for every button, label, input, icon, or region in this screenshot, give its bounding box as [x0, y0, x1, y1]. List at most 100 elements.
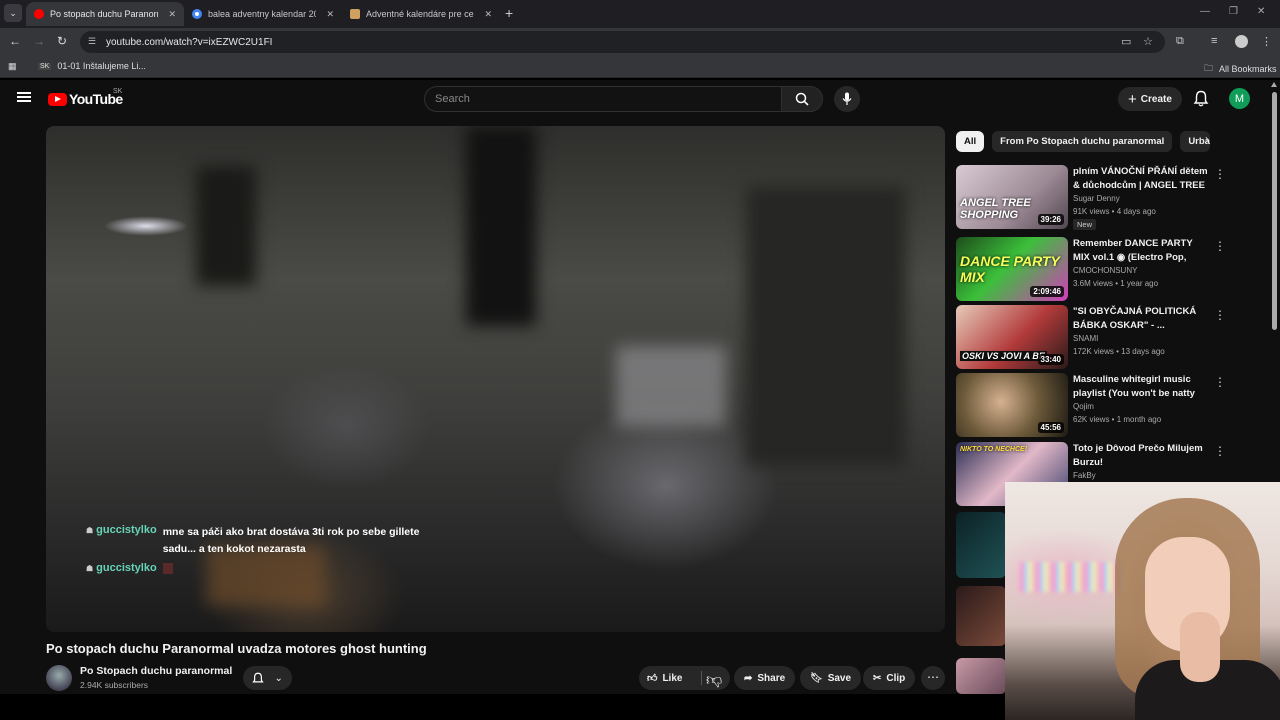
forward-icon[interactable]: → — [33, 34, 45, 48]
extensions-icon[interactable]: ⧉ — [1176, 35, 1184, 48]
recommendation-title[interactable]: Masculine whitegirl music playlist (You … — [1073, 373, 1211, 400]
more-vertical-icon[interactable]: ⋮ — [1214, 375, 1226, 389]
hamburger-menu-icon[interactable] — [17, 92, 31, 102]
video-duration: 33:40 — [1037, 354, 1064, 365]
scroll-up-icon[interactable] — [1271, 82, 1277, 87]
apps-grid-icon[interactable]: ▦ — [8, 61, 17, 72]
folder-icon: 🗀 — [1204, 63, 1214, 73]
recommendation-item[interactable]: 45:56 Masculine whitegirl music playlist… — [956, 373, 1226, 437]
recommendation-title[interactable]: plním VÁNOČNÍ PŘÁNÍ dětem & důchodcům | … — [1073, 165, 1211, 192]
video-thumbnail[interactable] — [956, 658, 1006, 694]
close-tab-icon[interactable]: ✕ — [168, 9, 176, 20]
like-label: Like — [662, 672, 683, 684]
chips-next-icon[interactable]: › — [1196, 132, 1218, 152]
notifications-button[interactable] — [1193, 90, 1209, 112]
video-thumbnail[interactable]: 45:56 — [956, 373, 1068, 437]
video-frame-shadow — [466, 126, 536, 326]
youtube-logo[interactable]: YouTube SK — [48, 88, 123, 107]
chevron-down-icon: ⌄ — [9, 7, 17, 18]
new-tab-button[interactable]: + — [505, 5, 513, 21]
more-actions-button[interactable]: ⋯ — [921, 666, 945, 690]
search-placeholder: Search — [435, 93, 470, 105]
recommendation-meta: 91K views • 4 days ago — [1073, 207, 1156, 216]
video-player[interactable]: ☗ guccistylko mne sa páči ako brat dostáva… — [46, 126, 945, 632]
menu-kebab-icon[interactable]: ⋮ — [1261, 35, 1272, 48]
recommendation-title[interactable]: Remember DANCE PARTY MIX vol.1 ◉ (Electr… — [1073, 237, 1211, 264]
scrollbar-thumb[interactable] — [1272, 92, 1277, 330]
close-window-icon[interactable]: ✕ — [1257, 6, 1265, 17]
reading-list-icon[interactable]: ≡ — [1211, 35, 1217, 47]
search-button[interactable] — [781, 86, 823, 112]
youtube-play-icon — [48, 92, 67, 106]
back-icon[interactable]: ← — [9, 34, 21, 48]
recommendation-meta: 3.6M views • 1 year ago — [1073, 279, 1159, 288]
recommendation-item[interactable]: OSKI VS JOVI A BE 33:40 "SI OBYČAJNÁ POL… — [956, 305, 1226, 369]
cast-icon[interactable]: ▭ — [1121, 35, 1131, 48]
recommendation-channel[interactable]: CMOCHONSUNY — [1073, 266, 1137, 275]
chip-all[interactable]: All — [956, 131, 985, 152]
video-thumbnail[interactable] — [956, 512, 1006, 578]
webcam-overlay — [1005, 482, 1280, 720]
plus-icon: + — [1128, 90, 1137, 108]
tab-search-button[interactable]: ⌄ — [4, 4, 22, 22]
reload-icon[interactable]: ↻ — [57, 34, 67, 48]
clip-button[interactable]: ✂ Clip — [863, 666, 916, 690]
video-thumbnail[interactable] — [956, 586, 1006, 646]
microphone-icon — [842, 92, 852, 105]
tab-title: Adventné kalendáre pre celú r — [366, 9, 475, 19]
subscription-notifications-button[interactable]: ⌄ — [243, 666, 292, 690]
video-thumbnail[interactable]: ANGEL TREE SHOPPING 39:26 — [956, 165, 1068, 229]
bookmark-icon: 🔖︎ — [810, 672, 823, 684]
site-info-icon[interactable]: ☰ — [88, 36, 98, 46]
bookmark-item[interactable]: SK 01-01 Inštalujeme Li... — [38, 61, 146, 71]
more-vertical-icon[interactable]: ⋮ — [1214, 239, 1226, 253]
filter-chips: All From Po Stopach duchu paranormal Urb… — [956, 131, 1211, 153]
bookmark-favicon-icon: SK — [38, 62, 52, 70]
share-button[interactable]: ➦ Share — [734, 666, 796, 690]
recommendation-channel[interactable]: SNAMI — [1073, 334, 1098, 343]
subscriber-count: 2.94K subscribers — [80, 680, 149, 690]
video-thumbnail[interactable]: OSKI VS JOVI A BE 33:40 — [956, 305, 1068, 369]
close-tab-icon[interactable]: ✕ — [326, 9, 334, 20]
thumbnail-caption: DANCE PARTY MIX — [960, 253, 1060, 285]
browser-tab-2[interactable]: balea adventny kalendar 2025 ✕ — [184, 2, 342, 26]
like-button[interactable]: 👍︎ Like — [647, 672, 683, 685]
browser-tab-3[interactable]: Adventné kalendáre pre celú r ✕ — [342, 2, 500, 26]
all-bookmarks[interactable]: 🗀 All Bookmarks — [1204, 61, 1277, 77]
more-vertical-icon[interactable]: ⋮ — [1214, 444, 1226, 458]
chip-from-channel[interactable]: From Po Stopach duchu paranormal — [992, 131, 1173, 152]
channel-avatar[interactable] — [46, 665, 72, 691]
minimize-icon[interactable]: — — [1200, 6, 1210, 17]
restore-icon[interactable]: ❐ — [1229, 6, 1238, 17]
channel-name[interactable]: Po Stopach duchu paranormal — [80, 665, 232, 677]
browser-tab-1[interactable]: Po stopach duchu Paranormal ✕ — [26, 2, 184, 26]
omnibox[interactable]: ☰ youtube.com/watch?v=ixEZWC2U1FI — [80, 31, 1165, 53]
dislike-button[interactable]: 👎︎ — [706, 671, 722, 690]
voice-search-button[interactable] — [834, 86, 860, 112]
share-label: Share — [757, 672, 786, 684]
recommendation-channel[interactable]: FakBy — [1073, 471, 1096, 480]
url-text: youtube.com/watch?v=ixEZWC2U1FI — [106, 36, 273, 48]
search-input[interactable]: Search — [424, 86, 782, 112]
chat-text: mne sa páči ako brat dostáva 3ti rok po … — [162, 526, 420, 555]
bookmark-star-icon[interactable]: ☆ — [1143, 35, 1153, 48]
recommendation-item[interactable]: DANCE PARTY MIX 2:09:46 Remember DANCE P… — [956, 237, 1226, 301]
recommendation-item[interactable]: ANGEL TREE SHOPPING 39:26 plním VÁNOČNÍ … — [956, 165, 1226, 230]
bell-icon — [1193, 90, 1209, 107]
account-avatar[interactable]: M — [1229, 88, 1250, 109]
recommendation-title[interactable]: "SI OBYČAJNÁ POLITICKÁ BÁBKA OSKAR" - ..… — [1073, 305, 1211, 332]
more-vertical-icon[interactable]: ⋮ — [1214, 167, 1226, 181]
video-title: Po stopach duchu Paranormal uvadza motor… — [46, 641, 427, 656]
create-button[interactable]: + Create — [1118, 87, 1182, 111]
more-vertical-icon[interactable]: ⋮ — [1214, 308, 1226, 322]
recommendation-title[interactable]: Toto je Dôvod Prečo Milujem Burzu! — [1073, 442, 1211, 469]
new-badge: New — [1073, 219, 1097, 230]
more-horizontal-icon: ⋯ — [927, 670, 939, 684]
video-thumbnail[interactable]: DANCE PARTY MIX 2:09:46 — [956, 237, 1068, 301]
close-tab-icon[interactable]: ✕ — [484, 9, 492, 20]
recommendation-channel[interactable]: Sugar Denny — [1073, 194, 1120, 203]
profile-icon[interactable] — [1235, 35, 1248, 48]
recommendation-channel[interactable]: Qojim — [1073, 402, 1094, 411]
tab-title: Po stopach duchu Paranormal — [50, 9, 158, 19]
save-button[interactable]: 🔖︎ Save — [800, 666, 862, 690]
